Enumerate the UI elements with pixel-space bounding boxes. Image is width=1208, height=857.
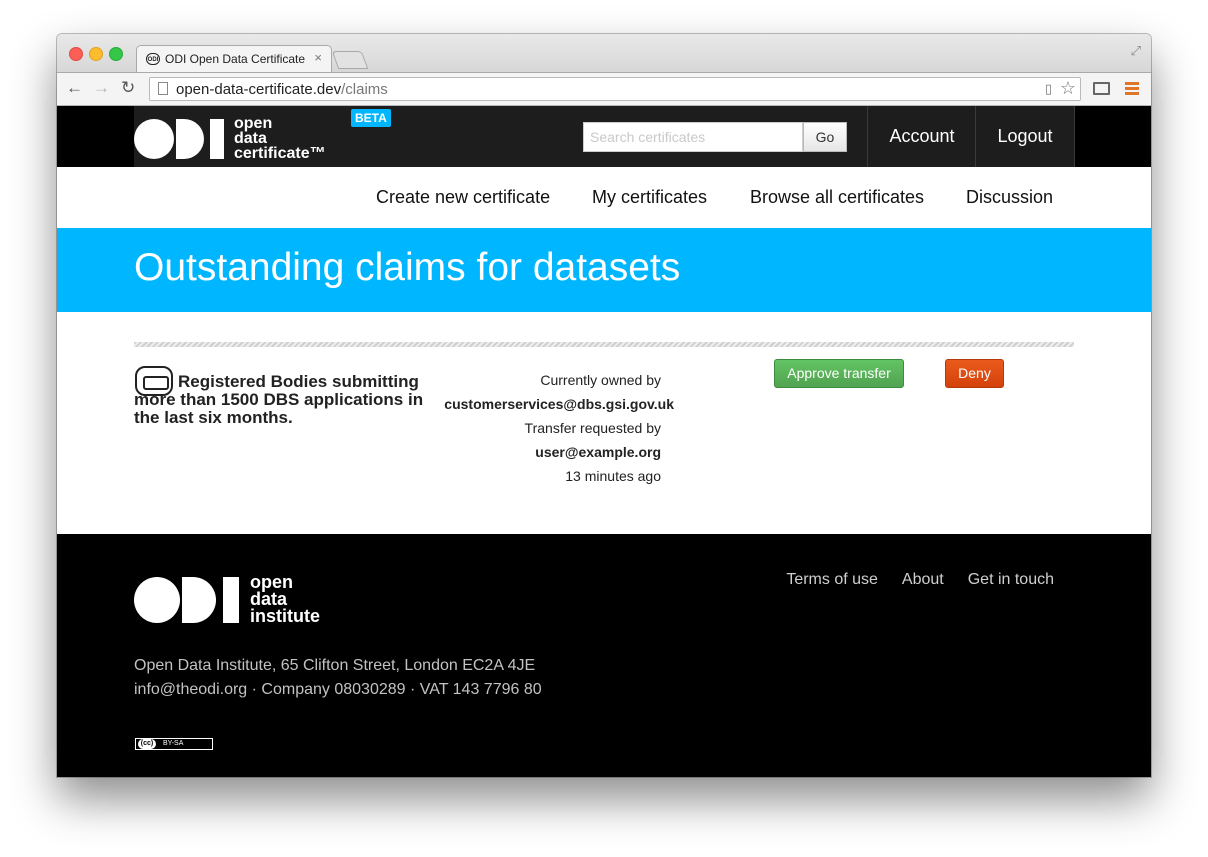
zoom-window-button[interactable] — [109, 47, 123, 61]
star-icon[interactable]: ☆ — [1060, 78, 1076, 99]
fullscreen-icon[interactable]: ⤢ — [1131, 43, 1141, 59]
approve-transfer-button[interactable]: Approve transfer — [774, 359, 904, 388]
company-line: info@theodi.org · Company 08030289 · VAT… — [134, 681, 542, 698]
page-info-icon[interactable]: ▯ — [1045, 81, 1052, 97]
footer-contact-link[interactable]: Get in touch — [968, 571, 1054, 589]
deny-button[interactable]: Deny — [945, 359, 1004, 388]
page-title: Outstanding claims for datasets — [134, 246, 681, 289]
url-path: /claims — [341, 81, 388, 98]
site-footer: open data institute Terms of use About G… — [57, 534, 1151, 777]
owner-email: customerservices@dbs.gsi.gov.uk — [444, 396, 674, 412]
close-window-button[interactable] — [69, 47, 83, 61]
browser-window: ODI ODI Open Data Certificate × ⤢ ← → ↻ … — [57, 34, 1151, 777]
claim-time: 13 minutes ago — [565, 468, 661, 484]
browser-toolbar: ← → ↻ open-data-certificate.dev/claims ▯… — [57, 72, 1151, 106]
logo-line: open — [234, 115, 273, 132]
logo-text: open data certificate™ — [234, 115, 326, 163]
logo-line: data — [234, 130, 267, 148]
logo-o-shape — [134, 118, 174, 159]
footer-about-link[interactable]: About — [902, 571, 944, 589]
odi-favicon-icon: ODI — [146, 53, 160, 65]
logo-text: open data institute — [250, 573, 320, 627]
logo-o-shape — [134, 576, 180, 623]
footer-address: Open Data Institute, 65 Clifton Street, … — [134, 654, 542, 702]
beta-badge: BETA — [351, 109, 391, 127]
new-tab-button[interactable] — [331, 51, 369, 69]
nav-create-certificate[interactable]: Create new certificate — [376, 187, 550, 208]
search-input[interactable] — [583, 122, 803, 152]
minimize-window-button[interactable] — [89, 47, 103, 61]
header-inner: open data certificate™ BETA Go Account L… — [134, 106, 1075, 167]
odi-institute-logo[interactable]: open data institute — [134, 573, 320, 627]
logo-i-shape — [210, 118, 224, 159]
footer-links: Terms of use About Get in touch — [786, 571, 1054, 589]
browser-tab[interactable]: ODI ODI Open Data Certificate × — [136, 45, 332, 73]
page-icon — [158, 82, 168, 95]
logo-i-shape — [223, 576, 239, 623]
nav-browse-certificates[interactable]: Browse all certificates — [750, 187, 924, 208]
url-text[interactable]: open-data-certificate.dev/claims — [176, 81, 388, 98]
owned-label: Currently owned by — [540, 372, 661, 388]
forward-arrow-icon[interactable]: → — [93, 78, 110, 98]
odi-certificate-logo[interactable]: open data certificate™ — [134, 115, 326, 163]
page-viewport: open data certificate™ BETA Go Account L… — [57, 106, 1151, 777]
logo-line: certificate™ — [234, 145, 326, 163]
cc-license-badge[interactable]: (cc) BY-SA — [135, 738, 213, 750]
page-banner: Outstanding claims for datasets — [57, 228, 1151, 312]
logo-line: institute — [250, 606, 320, 627]
tab-close-icon[interactable]: × — [314, 50, 322, 65]
logo-d-shape — [182, 576, 216, 623]
logout-link[interactable]: Logout — [975, 106, 1075, 167]
search-go-button[interactable]: Go — [803, 122, 847, 152]
nav-my-certificates[interactable]: My certificates — [592, 187, 707, 208]
site-header: open data certificate™ BETA Go Account L… — [57, 106, 1151, 167]
hatched-divider — [134, 342, 1074, 347]
tab-strip: ODI ODI Open Data Certificate × ⤢ — [57, 34, 1151, 73]
footer-terms-link[interactable]: Terms of use — [786, 571, 878, 589]
reload-icon[interactable]: ↻ — [121, 78, 135, 98]
requested-label: Transfer requested by — [524, 420, 661, 436]
claim-details: Currently owned by customerservices@dbs.… — [444, 368, 674, 488]
cast-icon[interactable] — [1093, 82, 1110, 95]
account-link[interactable]: Account — [867, 106, 976, 167]
tab-title: ODI Open Data Certificate — [165, 52, 306, 66]
main-nav: Create new certificate My certificates B… — [57, 167, 1151, 228]
address-bar[interactable]: open-data-certificate.dev/claims ▯ ☆ — [149, 77, 1081, 101]
license-label: BY-SA — [163, 740, 184, 747]
requester-email: user@example.org — [535, 444, 661, 460]
nav-discussion[interactable]: Discussion — [966, 187, 1053, 208]
menu-icon[interactable] — [1125, 82, 1139, 97]
claims-list: Registered Bodies submitting more than 1… — [57, 312, 1151, 534]
address-line: Open Data Institute, 65 Clifton Street, … — [134, 657, 536, 674]
logo-d-shape — [176, 118, 204, 159]
back-arrow-icon[interactable]: ← — [66, 78, 83, 98]
dataset-title[interactable]: Registered Bodies submitting more than 1… — [134, 373, 444, 427]
cc-icon: (cc) — [138, 739, 156, 749]
url-host: open-data-certificate.dev — [176, 81, 342, 98]
